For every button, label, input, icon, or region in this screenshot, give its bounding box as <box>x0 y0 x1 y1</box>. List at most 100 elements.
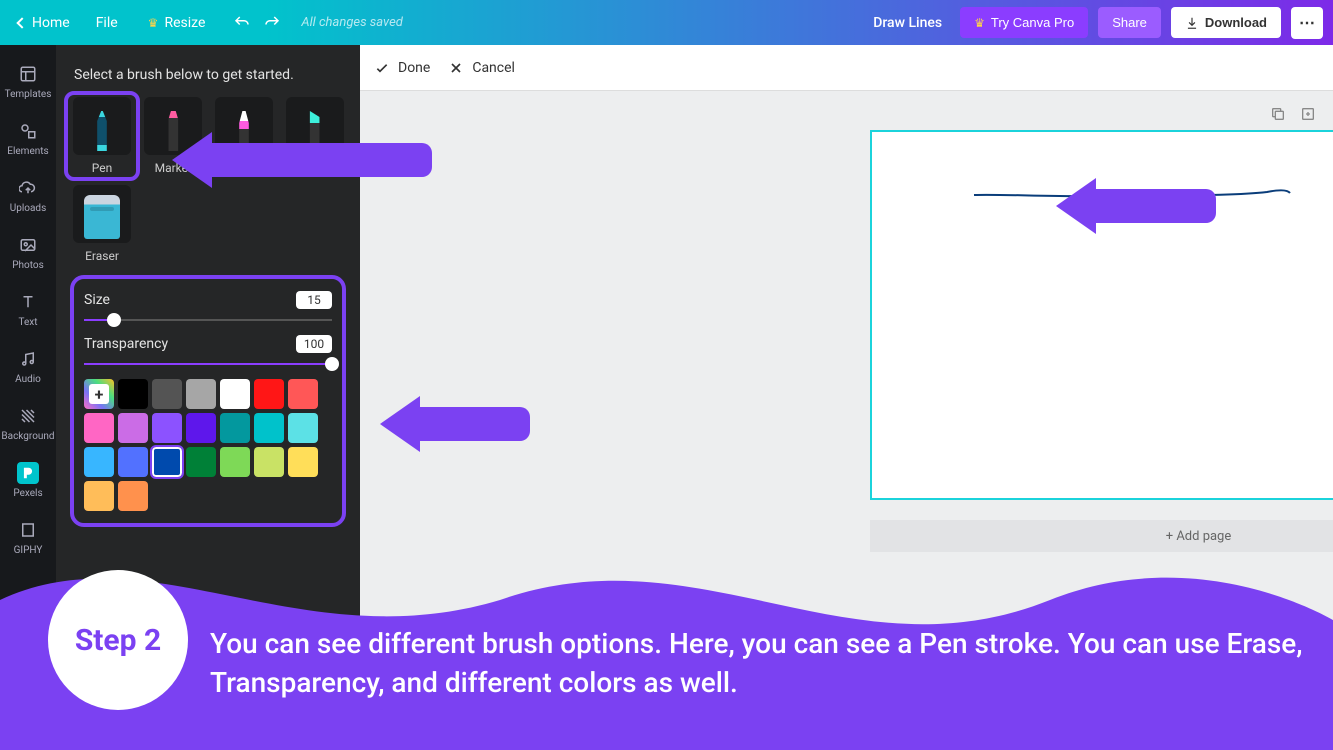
color-swatch[interactable] <box>288 379 318 409</box>
color-swatch[interactable] <box>152 379 182 409</box>
size-label: Size <box>84 292 110 308</box>
download-label: Download <box>1205 15 1267 30</box>
rail-label: Audio <box>15 374 41 385</box>
done-button[interactable]: Done <box>374 60 430 76</box>
pen-icon <box>73 97 131 155</box>
file-menu[interactable]: File <box>84 11 130 35</box>
tutorial-arrow <box>1056 178 1216 234</box>
rail-elements[interactable]: Elements <box>0 110 56 167</box>
tutorial-arrow <box>172 132 432 188</box>
transparency-slider[interactable] <box>84 363 332 365</box>
rail-photos[interactable]: Photos <box>0 224 56 281</box>
cancel-button[interactable]: Cancel <box>448 60 515 76</box>
size-row: Size 15 <box>84 291 332 309</box>
top-bar: Home File ♛ Resize All changes saved Dra… <box>0 0 1333 45</box>
try-pro-label: Try Canva Pro <box>991 15 1074 30</box>
brush-eraser[interactable]: Eraser <box>70 185 134 263</box>
color-swatch[interactable] <box>118 481 148 511</box>
brush-row-2: Eraser <box>70 185 346 263</box>
background-icon <box>17 405 39 427</box>
rail-label: Uploads <box>10 203 46 214</box>
color-swatch[interactable] <box>220 413 250 443</box>
resize-label: Resize <box>164 15 205 31</box>
size-value[interactable]: 15 <box>296 291 332 309</box>
color-swatch[interactable] <box>186 447 216 477</box>
rail-background[interactable]: Background <box>0 395 56 452</box>
check-icon <box>374 60 390 76</box>
color-swatch[interactable] <box>288 413 318 443</box>
color-swatch[interactable] <box>220 447 250 477</box>
undo-button[interactable] <box>233 14 251 32</box>
try-pro-button[interactable]: ♛ Try Canva Pro <box>960 7 1088 38</box>
done-label: Done <box>398 60 430 76</box>
color-swatch[interactable] <box>84 447 114 477</box>
slider-thumb[interactable] <box>325 357 339 371</box>
redo-button[interactable] <box>263 14 281 32</box>
rail-label: Templates <box>5 89 52 100</box>
color-swatch[interactable] <box>186 413 216 443</box>
brush-label: Pen <box>92 161 112 175</box>
more-button[interactable]: ⋯ <box>1291 7 1323 39</box>
photos-icon <box>17 234 39 256</box>
color-swatches <box>84 379 332 511</box>
color-swatch[interactable] <box>288 447 318 477</box>
add-color-button[interactable] <box>84 379 114 409</box>
tutorial-caption: You can see different brush options. Her… <box>210 624 1313 702</box>
step-label: Step 2 <box>75 623 161 658</box>
color-swatch[interactable] <box>118 379 148 409</box>
rail-templates[interactable]: Templates <box>0 53 56 110</box>
step-badge: Step 2 <box>48 570 188 710</box>
size-slider[interactable] <box>84 319 332 321</box>
transparency-label: Transparency <box>84 336 168 352</box>
color-swatch[interactable] <box>254 379 284 409</box>
color-swatch[interactable] <box>118 413 148 443</box>
rail-text[interactable]: Text <box>0 281 56 338</box>
rail-label: Text <box>18 317 37 328</box>
color-swatch[interactable] <box>84 413 114 443</box>
close-icon <box>448 60 464 76</box>
eraser-icon <box>73 185 131 243</box>
templates-icon <box>17 63 39 85</box>
audio-icon <box>17 348 39 370</box>
download-button[interactable]: Download <box>1171 7 1281 38</box>
rail-pexels[interactable]: Pexels <box>0 452 56 509</box>
uploads-icon <box>17 177 39 199</box>
elements-icon <box>17 120 39 142</box>
color-swatch[interactable] <box>152 447 182 477</box>
download-icon <box>1185 16 1199 30</box>
color-swatch[interactable] <box>254 413 284 443</box>
rail-audio[interactable]: Audio <box>0 338 56 395</box>
color-swatch[interactable] <box>152 413 182 443</box>
rail-label: Photos <box>12 260 44 271</box>
cancel-label: Cancel <box>472 60 515 76</box>
transparency-value[interactable]: 100 <box>296 335 332 353</box>
color-swatch[interactable] <box>84 481 114 511</box>
design-title[interactable]: Draw Lines <box>873 15 942 31</box>
brush-pen[interactable]: Pen <box>70 97 134 175</box>
color-swatch[interactable] <box>220 379 250 409</box>
save-status: All changes saved <box>301 15 402 30</box>
color-swatch[interactable] <box>118 447 148 477</box>
resize-menu[interactable]: ♛ Resize <box>136 11 218 35</box>
home-label: Home <box>32 15 70 31</box>
tutorial-arrow <box>380 396 530 452</box>
color-swatch[interactable] <box>186 379 216 409</box>
tutorial-caption-bg: Step 2 You can see different brush optio… <box>0 520 1333 750</box>
text-icon <box>17 291 39 313</box>
topbar-left: Home File ♛ Resize All changes saved <box>10 11 403 35</box>
share-button[interactable]: Share <box>1098 7 1161 38</box>
color-swatch[interactable] <box>254 447 284 477</box>
crown-icon: ♛ <box>974 16 985 30</box>
duplicate-page-button[interactable] <box>1269 105 1287 123</box>
pexels-icon <box>17 462 39 484</box>
rail-label: Elements <box>7 146 48 157</box>
undo-redo-group <box>233 14 281 32</box>
rail-uploads[interactable]: Uploads <box>0 167 56 224</box>
brush-pen-highlight: Pen <box>64 91 140 181</box>
slider-thumb[interactable] <box>107 313 121 327</box>
add-page-button[interactable] <box>1299 105 1317 123</box>
home-button[interactable]: Home <box>10 11 78 35</box>
transparency-row: Transparency 100 <box>84 335 332 353</box>
action-bar: Done Cancel <box>360 45 1333 91</box>
brush-label: Eraser <box>85 249 119 263</box>
